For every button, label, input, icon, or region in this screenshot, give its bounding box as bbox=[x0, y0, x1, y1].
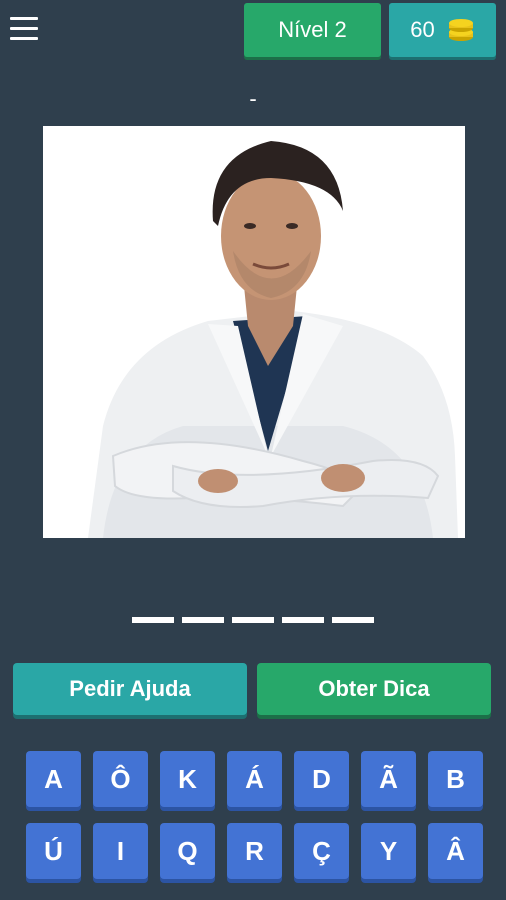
letter-key[interactable]: Ú bbox=[26, 823, 81, 879]
answer-slot[interactable] bbox=[232, 617, 274, 623]
letter-key[interactable]: Y bbox=[361, 823, 416, 879]
answer-slot[interactable] bbox=[332, 617, 374, 623]
level-badge: Nível 2 bbox=[244, 3, 381, 57]
letter-key[interactable]: A bbox=[26, 751, 81, 807]
level-label: Nível 2 bbox=[278, 17, 347, 42]
letter-key[interactable]: B bbox=[428, 751, 483, 807]
hamburger-menu-icon[interactable] bbox=[10, 17, 40, 43]
answer-slot[interactable] bbox=[282, 617, 324, 623]
letter-key[interactable]: Ç bbox=[294, 823, 349, 879]
letter-key[interactable]: K bbox=[160, 751, 215, 807]
letter-key[interactable]: Â bbox=[428, 823, 483, 879]
answer-slot[interactable] bbox=[182, 617, 224, 623]
ask-help-button[interactable]: Pedir Ajuda bbox=[13, 663, 247, 715]
coin-count: 60 bbox=[410, 17, 435, 42]
celebrity-photo bbox=[43, 126, 465, 538]
letter-keyboard: A Ô K Á D Ã B Ú I Q R Ç Y Â bbox=[26, 751, 483, 879]
letter-key[interactable]: Á bbox=[227, 751, 282, 807]
coin-stack-icon bbox=[448, 19, 473, 41]
action-buttons: Pedir Ajuda Obter Dica bbox=[13, 663, 491, 715]
letter-key[interactable]: Ã bbox=[361, 751, 416, 807]
letter-key[interactable]: Q bbox=[160, 823, 215, 879]
coins-badge[interactable]: 60 bbox=[389, 3, 496, 57]
answer-slots bbox=[0, 617, 506, 623]
letter-key[interactable]: R bbox=[227, 823, 282, 879]
get-tip-button[interactable]: Obter Dica bbox=[257, 663, 491, 715]
letter-key[interactable]: Ô bbox=[93, 751, 148, 807]
answer-slot[interactable] bbox=[132, 617, 174, 623]
hint-text: - bbox=[249, 86, 257, 111]
letter-key[interactable]: I bbox=[93, 823, 148, 879]
letter-key[interactable]: D bbox=[294, 751, 349, 807]
